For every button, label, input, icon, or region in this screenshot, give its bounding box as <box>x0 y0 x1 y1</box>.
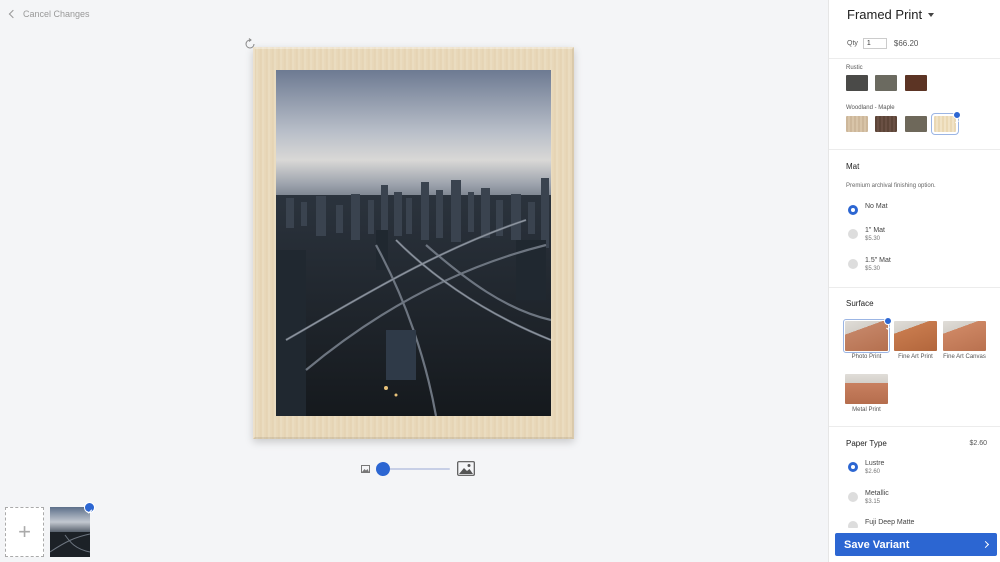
divider <box>829 149 1000 150</box>
check-icon <box>884 317 892 330</box>
frame-swatch-rustic-3[interactable] <box>905 75 927 91</box>
total-price: $66.20 <box>893 39 919 48</box>
surface-option-label: Metal Print <box>852 407 881 413</box>
frame-swatch-rustic-2[interactable] <box>875 75 897 91</box>
paper-option-price: $3.15 <box>865 499 881 505</box>
zoom-control <box>361 461 477 478</box>
frame-swatch-maple-selected[interactable] <box>931 113 959 135</box>
framed-print-preview[interactable] <box>253 47 574 439</box>
surface-option-label: Photo Print <box>851 354 882 360</box>
radio-icon <box>848 521 858 528</box>
paper-option-text: Metallic $3.15 <box>865 490 889 506</box>
frame-group-rustic-label: Rustic <box>846 65 863 71</box>
divider <box>829 287 1000 288</box>
frame-group-woodland-label: Woodland - Maple <box>846 105 895 111</box>
mat-option-label: 1" Mat <box>865 227 885 234</box>
mat-section-title: Mat <box>846 162 860 171</box>
chevron-right-icon <box>981 540 990 549</box>
paper-option-label: Fuji Deep Matte <box>865 519 915 526</box>
quantity-input[interactable] <box>862 38 887 49</box>
radio-selected-icon <box>848 462 858 472</box>
radio-icon <box>848 229 858 239</box>
zoom-in-image-icon[interactable] <box>457 461 475 476</box>
cancel-changes-label: Cancel Changes <box>23 9 90 19</box>
qty-label: Qty <box>847 40 858 47</box>
check-icon <box>84 502 95 514</box>
surface-thumbnail <box>894 321 937 351</box>
cityscape-photo <box>276 70 551 416</box>
options-scroll-area[interactable]: Framed Print Qty $66.20 Rustic Woodland … <box>829 0 1000 528</box>
surface-option-label: Fine Art Print <box>898 354 933 360</box>
zoom-slider-handle[interactable] <box>376 462 390 476</box>
mat-option-text: 1.5" Mat $5.30 <box>865 257 891 273</box>
quantity-row: Qty $66.20 <box>847 38 918 49</box>
frame-swatch-woodland-1[interactable] <box>846 116 868 132</box>
product-title: Framed Print <box>847 7 923 22</box>
mat-option-label: 1.5" Mat <box>865 257 891 264</box>
mat-option-price: $5.30 <box>865 266 881 272</box>
surface-option-metal-print[interactable]: Metal Print <box>845 374 888 414</box>
surface-thumbnail <box>843 319 890 353</box>
image-thumbnail[interactable] <box>50 507 90 557</box>
save-variant-button[interactable]: Save Variant <box>835 533 997 556</box>
add-image-button[interactable]: + <box>5 507 44 557</box>
mat-option-label: No Mat <box>865 203 888 210</box>
surface-option-label: Fine Art Canvas <box>943 354 986 360</box>
radio-icon <box>848 492 858 502</box>
product-type-dropdown[interactable]: Framed Print <box>847 7 935 22</box>
mat-option-1-5-inch[interactable]: 1.5" Mat $5.30 <box>848 257 891 273</box>
zoom-slider-track[interactable] <box>383 468 450 470</box>
paper-option-metallic[interactable]: Metallic $3.15 <box>848 490 889 506</box>
surface-option-photo-print[interactable]: Photo Print <box>843 319 890 361</box>
surface-option-fine-art-canvas[interactable]: Fine Art Canvas <box>943 321 986 361</box>
frame-swatch-woodland-2[interactable] <box>875 116 897 132</box>
cityscape-illustration <box>276 178 551 416</box>
radio-icon <box>848 259 858 269</box>
cancel-changes-link[interactable]: Cancel Changes <box>8 9 90 19</box>
surface-thumbnail <box>845 374 888 404</box>
radio-selected-icon <box>848 205 858 215</box>
mat-description: Premium archival finishing option. <box>846 183 936 189</box>
mat-option-price: $5.30 <box>865 236 881 242</box>
mat-option-no-mat[interactable]: No Mat <box>848 203 888 215</box>
paper-option-text: Lustre $2.60 <box>865 460 884 476</box>
paper-option-label: Metallic <box>865 490 889 497</box>
divider <box>829 58 1000 59</box>
paper-type-section-title: Paper Type <box>846 439 887 448</box>
thumbnail-cityscape <box>50 532 90 557</box>
paper-option-label: Lustre <box>865 460 885 467</box>
editor-canvas: Cancel Changes + <box>0 0 828 562</box>
frame-swatch-rustic-1[interactable] <box>846 75 868 91</box>
product-options-panel: Framed Print Qty $66.20 Rustic Woodland … <box>828 0 1000 562</box>
surface-option-fine-art-print[interactable]: Fine Art Print <box>894 321 937 361</box>
caret-down-icon <box>928 12 935 17</box>
paper-option-lustre[interactable]: Lustre $2.60 <box>848 460 884 476</box>
plus-icon: + <box>18 519 31 544</box>
mat-option-1-inch[interactable]: 1" Mat $5.30 <box>848 227 885 243</box>
paper-option-fuji-deep-matte[interactable]: Fuji Deep Matte <box>848 519 914 528</box>
check-icon <box>953 111 961 124</box>
zoom-out-image-icon[interactable] <box>361 465 370 473</box>
paper-type-price: $2.60 <box>969 440 987 447</box>
frame-swatch-woodland-3[interactable] <box>905 116 927 132</box>
surface-thumbnail <box>943 321 986 351</box>
chevron-left-icon <box>8 9 18 19</box>
save-variant-label: Save Variant <box>844 538 910 551</box>
paper-option-price: $2.60 <box>865 469 881 475</box>
divider <box>829 426 1000 427</box>
surface-section-title: Surface <box>846 299 874 308</box>
mat-option-text: 1" Mat $5.30 <box>865 227 885 243</box>
